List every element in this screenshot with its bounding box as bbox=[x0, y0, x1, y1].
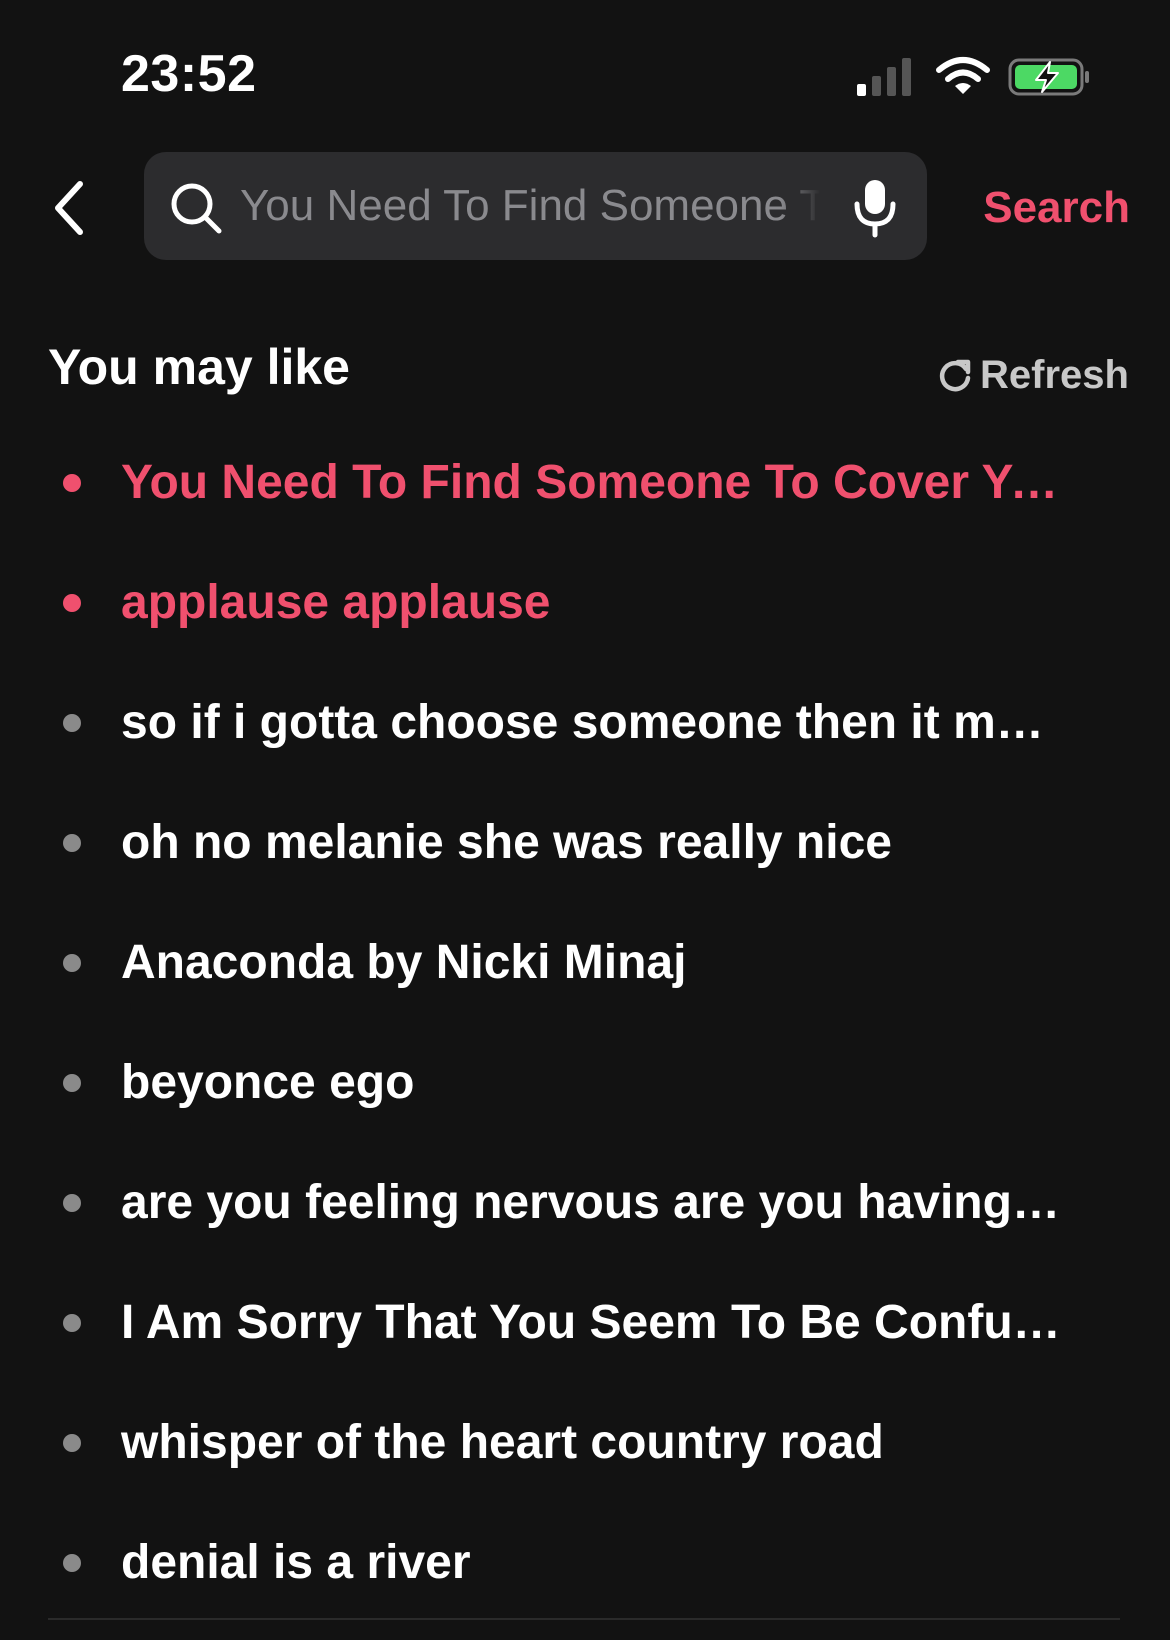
back-button[interactable] bbox=[40, 172, 96, 244]
status-bar: 23:52 bbox=[0, 0, 1170, 140]
bullet-dot bbox=[63, 1554, 81, 1572]
suggestion-text: whisper of the heart country road bbox=[121, 1416, 884, 1469]
suggestion-item[interactable]: applause applause bbox=[0, 543, 1170, 663]
suggestion-item[interactable]: are you feeling nervous are you having f… bbox=[0, 1143, 1170, 1263]
suggestion-text: so if i gotta choose someone then it mu.… bbox=[121, 696, 1061, 749]
signal-icon bbox=[857, 58, 911, 96]
section-title: You may like bbox=[48, 339, 350, 395]
bullet-dot bbox=[63, 1074, 81, 1092]
bottom-divider bbox=[48, 1618, 1120, 1620]
suggestion-item[interactable]: so if i gotta choose someone then it mu.… bbox=[0, 663, 1170, 783]
refresh-label: Refresh bbox=[980, 352, 1129, 397]
suggestion-item[interactable]: oh no melanie she was really nice bbox=[0, 783, 1170, 903]
status-time: 23:52 bbox=[121, 45, 257, 103]
bullet-dot bbox=[63, 954, 81, 972]
bullet-dot bbox=[63, 1194, 81, 1212]
search-icon bbox=[171, 183, 222, 234]
suggestion-list: You Need To Find Someone To Cover Yo... … bbox=[0, 423, 1170, 1623]
suggestion-item[interactable]: You Need To Find Someone To Cover Yo... bbox=[0, 423, 1170, 543]
bullet-dot bbox=[63, 474, 81, 492]
suggestion-item[interactable]: whisper of the heart country road bbox=[0, 1383, 1170, 1503]
suggestion-item[interactable]: Anaconda by Nicki Minaj bbox=[0, 903, 1170, 1023]
suggestion-text: applause applause bbox=[121, 576, 551, 629]
chevron-left-icon bbox=[55, 181, 83, 235]
search-input-wrap bbox=[240, 172, 820, 240]
refresh-icon bbox=[939, 359, 971, 392]
suggestion-text: You Need To Find Someone To Cover Yo... bbox=[121, 456, 1061, 509]
suggestion-item[interactable]: I Am Sorry That You Seem To Be Confus... bbox=[0, 1263, 1170, 1383]
microphone-icon[interactable] bbox=[851, 178, 899, 238]
suggestion-text: Anaconda by Nicki Minaj bbox=[121, 936, 687, 989]
search-input[interactable] bbox=[240, 172, 820, 240]
suggestion-text: I Am Sorry That You Seem To Be Confus... bbox=[121, 1296, 1061, 1349]
refresh-button[interactable]: Refresh bbox=[938, 350, 1133, 400]
suggestion-text: beyonce ego bbox=[121, 1056, 415, 1109]
suggestion-text: denial is a river bbox=[121, 1536, 471, 1589]
bullet-dot bbox=[63, 1434, 81, 1452]
bullet-dot bbox=[63, 714, 81, 732]
suggestion-item[interactable]: denial is a river bbox=[0, 1503, 1170, 1623]
bullet-dot bbox=[63, 1314, 81, 1332]
battery-charging-icon bbox=[1008, 58, 1089, 96]
bullet-dot bbox=[63, 834, 81, 852]
search-button[interactable]: Search bbox=[970, 178, 1130, 238]
suggestion-text: oh no melanie she was really nice bbox=[121, 816, 892, 869]
wifi-icon bbox=[936, 57, 990, 94]
search-box[interactable] bbox=[144, 152, 927, 260]
suggestion-item[interactable]: beyonce ego bbox=[0, 1023, 1170, 1143]
bullet-dot bbox=[63, 594, 81, 612]
suggestion-text: are you feeling nervous are you having f… bbox=[121, 1176, 1061, 1229]
